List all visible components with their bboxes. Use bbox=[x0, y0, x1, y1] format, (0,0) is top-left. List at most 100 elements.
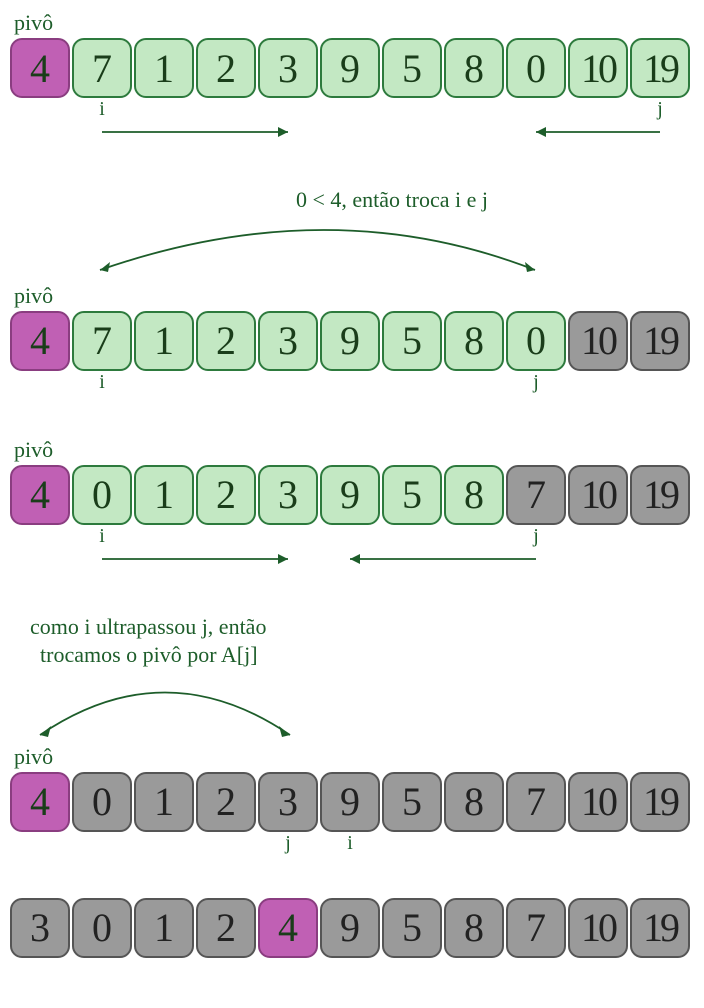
spacer bbox=[630, 525, 690, 551]
spacer bbox=[382, 832, 442, 858]
array-cell: 10 bbox=[568, 772, 628, 832]
spacer bbox=[382, 525, 442, 551]
pivot-swap-caption-l1: como i ultrapassou j, então bbox=[10, 613, 694, 642]
array-cell: 10 bbox=[568, 898, 628, 958]
pivot-swap-caption-l2: trocamos o pivô por A[j] bbox=[10, 641, 694, 670]
pivot-label: pivô bbox=[10, 283, 694, 309]
spacer bbox=[382, 371, 442, 397]
pivot-swap-caption-block: como i ultrapassou j, então trocamos o p… bbox=[10, 613, 694, 740]
array-cell: 7 bbox=[506, 465, 566, 525]
spacer bbox=[568, 832, 628, 858]
array-cell: 1 bbox=[134, 38, 194, 98]
array-cell: 4 bbox=[10, 772, 70, 832]
array-cell: 10 bbox=[568, 38, 628, 98]
array-cell: 5 bbox=[382, 38, 442, 98]
array-cell: 5 bbox=[382, 465, 442, 525]
spacer bbox=[134, 832, 194, 858]
array-cell: 9 bbox=[320, 772, 380, 832]
step-3: pivô 4012395871019 ij bbox=[10, 437, 694, 573]
swap-caption: 0 < 4, então troca i e j bbox=[90, 186, 694, 215]
array-cell: 5 bbox=[382, 772, 442, 832]
i-label: i bbox=[72, 525, 132, 551]
array-cell: 4 bbox=[258, 898, 318, 958]
array-cell: 7 bbox=[506, 772, 566, 832]
spacer bbox=[10, 525, 70, 551]
array-cell: 4 bbox=[10, 465, 70, 525]
spacer bbox=[10, 98, 70, 124]
ij-arrows-3 bbox=[10, 551, 694, 577]
array-cell: 1 bbox=[134, 772, 194, 832]
array-cell: 19 bbox=[630, 465, 690, 525]
spacer bbox=[134, 98, 194, 124]
array-cell: 19 bbox=[630, 772, 690, 832]
spacer bbox=[506, 832, 566, 858]
swap-arc-1 bbox=[10, 215, 694, 275]
array-cell: 5 bbox=[382, 898, 442, 958]
ij-labels-3: ij bbox=[10, 525, 694, 551]
array-cell: 5 bbox=[382, 311, 442, 371]
array array-row-3: 4012395871019 bbox=[10, 465, 694, 525]
j-label: j bbox=[506, 525, 566, 551]
array array-row-4: 4012395871019 bbox=[10, 772, 694, 832]
array-cell: 8 bbox=[444, 38, 504, 98]
array-cell: 1 bbox=[134, 898, 194, 958]
spacer bbox=[196, 98, 256, 124]
pivot-label: pivô bbox=[10, 10, 694, 36]
array-cell: 3 bbox=[258, 311, 318, 371]
array-cell: 8 bbox=[444, 311, 504, 371]
array-cell: 19 bbox=[630, 311, 690, 371]
spacer bbox=[568, 525, 628, 551]
spacer bbox=[320, 98, 380, 124]
ij-labels-2: ij bbox=[10, 371, 694, 397]
spacer bbox=[568, 371, 628, 397]
array-cell: 2 bbox=[196, 38, 256, 98]
array-cell: 2 bbox=[196, 311, 256, 371]
step-1: pivô 4712395801019 ij bbox=[10, 10, 694, 146]
step-4: pivô 4012395871019 ji bbox=[10, 744, 694, 858]
array-cell: 2 bbox=[196, 898, 256, 958]
spacer bbox=[258, 98, 318, 124]
array-cell: 0 bbox=[72, 898, 132, 958]
array-cell: 9 bbox=[320, 311, 380, 371]
spacer bbox=[320, 371, 380, 397]
step-2: pivô 4712395801019 ij bbox=[10, 283, 694, 397]
array array-row-2: 4712395801019 bbox=[10, 311, 694, 371]
spacer bbox=[258, 525, 318, 551]
array-cell: 1 bbox=[134, 465, 194, 525]
array-cell: 7 bbox=[72, 311, 132, 371]
array-cell: 3 bbox=[258, 772, 318, 832]
spacer bbox=[196, 525, 256, 551]
array-cell: 0 bbox=[506, 38, 566, 98]
array-cell: 3 bbox=[10, 898, 70, 958]
array-cell: 0 bbox=[506, 311, 566, 371]
spacer bbox=[506, 98, 566, 124]
array-cell: 10 bbox=[568, 465, 628, 525]
array-cell: 9 bbox=[320, 38, 380, 98]
spacer bbox=[258, 371, 318, 397]
j-label: j bbox=[506, 371, 566, 397]
array-cell: 3 bbox=[258, 38, 318, 98]
array-cell: 2 bbox=[196, 772, 256, 832]
array-cell: 2 bbox=[196, 465, 256, 525]
array-cell: 7 bbox=[506, 898, 566, 958]
j-label: j bbox=[258, 832, 318, 858]
pivot-label: pivô bbox=[10, 744, 694, 770]
array-cell: 19 bbox=[630, 38, 690, 98]
ij-arrows-1 bbox=[10, 124, 694, 150]
spacer bbox=[568, 98, 628, 124]
array-cell: 0 bbox=[72, 465, 132, 525]
array-cell: 9 bbox=[320, 898, 380, 958]
array-cell: 4 bbox=[10, 311, 70, 371]
array-cell: 8 bbox=[444, 465, 504, 525]
ij-labels-1: ij bbox=[10, 98, 694, 124]
spacer bbox=[444, 832, 504, 858]
spacer bbox=[10, 371, 70, 397]
array-cell: 0 bbox=[72, 772, 132, 832]
spacer bbox=[382, 98, 442, 124]
swap-arc-2 bbox=[10, 670, 694, 740]
array-cell: 1 bbox=[134, 311, 194, 371]
i-label: i bbox=[72, 371, 132, 397]
spacer bbox=[72, 832, 132, 858]
i-label: i bbox=[72, 98, 132, 124]
array-cell: 4 bbox=[10, 38, 70, 98]
